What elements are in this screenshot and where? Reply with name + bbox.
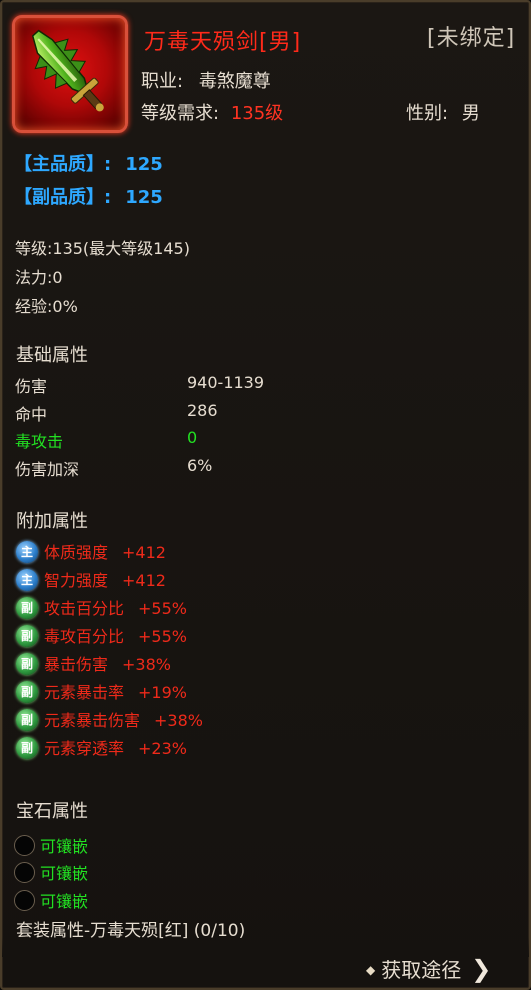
gem-socket-label: 可镶嵌 <box>40 837 89 856</box>
base-attr-label: 伤害 <box>15 377 48 396</box>
sub-quality: 【副品质】: 125 <box>14 183 163 209</box>
base-attr-label: 伤害加深 <box>15 460 80 479</box>
extra-attr-row: 副毒攻百分比 +55% <box>16 623 187 647</box>
extra-attributes-title: 附加属性 <box>16 511 88 532</box>
extra-attr-value: +55% <box>138 627 187 646</box>
sub-quality-badge-icon: 副 <box>16 596 38 619</box>
sub-quality-badge-icon: 副 <box>16 680 38 703</box>
job-label: 职业: <box>141 71 184 92</box>
extra-attr-value: +412 <box>122 571 166 590</box>
extra-attr-label: 暴击伤害 <box>44 655 109 674</box>
extra-attr-label: 元素暴击伤害 <box>44 711 141 730</box>
empty-socket-icon <box>14 862 35 883</box>
item-level: 等级:135(最大等级145) <box>15 239 190 258</box>
extra-attr-value: +19% <box>138 683 187 702</box>
item-mana: 法力:0 <box>15 268 63 287</box>
level-req-label: 等级需求: <box>141 103 220 124</box>
main-quality-badge-icon: 主 <box>16 540 38 563</box>
extra-attr-value: +38% <box>154 711 203 730</box>
base-attr-row: 毒攻击 0 <box>15 428 197 452</box>
main-quality-badge-icon: 主 <box>16 568 38 591</box>
gem-attributes-title: 宝石属性 <box>16 801 88 822</box>
item-icon-frame[interactable] <box>12 15 128 133</box>
extra-attr-row: 副暴击伤害 +38% <box>16 651 171 675</box>
item-exp: 经验:0% <box>15 297 78 316</box>
base-attr-label: 毒攻击 <box>15 432 64 451</box>
extra-attr-value: +412 <box>122 543 166 562</box>
job-value: 毒煞魔尊 <box>198 71 271 92</box>
bind-status: [未绑定] <box>427 26 516 51</box>
extra-attr-label: 元素暴击率 <box>44 683 125 702</box>
extra-attr-label: 智力强度 <box>44 571 109 590</box>
extra-attr-value: +55% <box>138 599 187 618</box>
extra-attr-label: 毒攻百分比 <box>44 627 125 646</box>
base-attr-value: 286 <box>187 401 218 420</box>
obtain-source-button[interactable]: ◆ 获取途径 ❯ <box>366 954 491 983</box>
extra-attr-row: 副元素暴击伤害 +38% <box>16 707 203 731</box>
extra-attr-row: 副攻击百分比 +55% <box>16 595 187 619</box>
gem-socket-label: 可镶嵌 <box>40 892 89 911</box>
level-req-value: 135级 <box>230 103 284 124</box>
extra-attr-value: +38% <box>122 655 171 674</box>
extra-attr-row: 副元素暴击率 +19% <box>16 679 187 703</box>
base-attributes-title: 基础属性 <box>16 345 88 366</box>
sub-quality-badge-icon: 副 <box>16 736 38 759</box>
empty-socket-icon <box>14 890 35 911</box>
gem-socket-label: 可镶嵌 <box>40 864 89 883</box>
sub-quality-value: 125 <box>125 187 163 208</box>
item-tooltip-panel: 万毒天殒剑[男] [未绑定] 职业: 毒煞魔尊 等级需求: 135级 性别: 男… <box>0 0 531 990</box>
sub-quality-badge-icon: 副 <box>16 624 38 647</box>
base-attr-value: 6% <box>187 456 213 475</box>
diamond-icon: ◆ <box>366 963 376 977</box>
empty-socket-icon <box>14 835 35 856</box>
extra-attr-value: +23% <box>138 739 187 758</box>
extra-attr-label: 攻击百分比 <box>44 599 125 618</box>
chevron-right-icon: ❯ <box>471 955 492 983</box>
gender-value: 男 <box>461 103 480 124</box>
extra-attr-row: 副元素穿透率 +23% <box>16 735 187 759</box>
main-quality-value: 125 <box>125 154 163 175</box>
base-attr-value: 0 <box>187 428 198 447</box>
item-name: 万毒天殒剑[男] <box>144 30 302 55</box>
sword-icon <box>31 29 104 112</box>
main-quality: 【主品质】: 125 <box>14 150 163 176</box>
base-attr-row: 伤害 940-1139 <box>15 373 264 397</box>
extra-attr-row: 主体质强度 +412 <box>16 539 166 563</box>
base-attr-label: 命中 <box>15 405 48 424</box>
obtain-source-label: 获取途径 <box>381 958 462 982</box>
extra-attr-row: 主智力强度 +412 <box>16 567 166 591</box>
job-requirement: 职业: 毒煞魔尊 <box>141 67 271 93</box>
extra-attr-label: 元素穿透率 <box>44 739 125 758</box>
extra-attr-label: 体质强度 <box>44 543 109 562</box>
sub-quality-badge-icon: 副 <box>16 708 38 731</box>
main-quality-label: 【主品质】: <box>14 154 112 175</box>
gender-requirement: 性别: 男 <box>406 99 480 125</box>
gem-socket[interactable]: 可镶嵌 <box>14 888 88 913</box>
base-attr-row: 命中 286 <box>15 401 218 425</box>
gem-socket[interactable]: 可镶嵌 <box>14 860 88 885</box>
gem-socket[interactable]: 可镶嵌 <box>14 833 88 858</box>
level-requirement: 等级需求: 135级 <box>141 99 283 125</box>
gender-label: 性别: <box>406 103 449 124</box>
base-attr-value: 940-1139 <box>187 373 265 392</box>
base-attr-row: 伤害加深 6% <box>15 456 212 480</box>
sub-quality-label: 【副品质】: <box>14 187 112 208</box>
sub-quality-badge-icon: 副 <box>16 652 38 675</box>
